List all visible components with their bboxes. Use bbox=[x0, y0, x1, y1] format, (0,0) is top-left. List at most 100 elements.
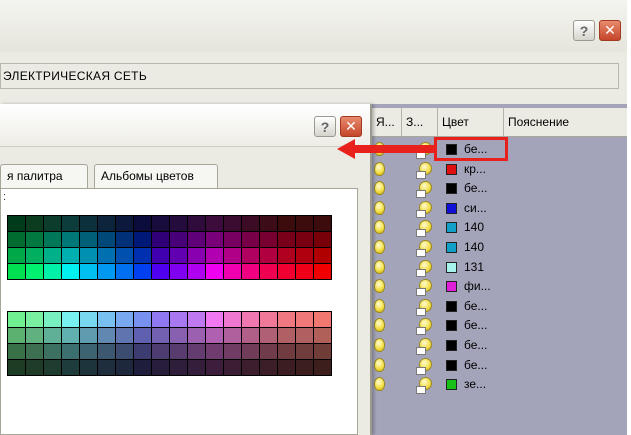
palette-cell[interactable] bbox=[98, 312, 115, 327]
palette-cell[interactable] bbox=[278, 216, 295, 231]
freeze-sun-icon[interactable] bbox=[416, 180, 432, 199]
palette-cell[interactable] bbox=[314, 232, 331, 247]
palette-cell[interactable] bbox=[296, 232, 313, 247]
column-header-plot[interactable]: Я... bbox=[372, 108, 402, 136]
palette-cell[interactable] bbox=[224, 360, 241, 375]
palette-cell[interactable] bbox=[134, 328, 151, 343]
layer-row[interactable]: бе... bbox=[372, 179, 627, 199]
palette-cell[interactable] bbox=[314, 216, 331, 231]
lightbulb-icon[interactable] bbox=[374, 377, 385, 392]
palette-cell[interactable] bbox=[314, 264, 331, 279]
palette-cell[interactable] bbox=[8, 312, 25, 327]
palette-cell[interactable] bbox=[62, 360, 79, 375]
palette-cell[interactable] bbox=[152, 312, 169, 327]
color-name[interactable]: зе... bbox=[464, 377, 486, 391]
palette-cell[interactable] bbox=[224, 264, 241, 279]
palette-cell[interactable] bbox=[8, 264, 25, 279]
palette-cell[interactable] bbox=[8, 360, 25, 375]
color-swatch[interactable] bbox=[446, 340, 457, 351]
color-swatch[interactable] bbox=[446, 359, 457, 371]
freeze-sun-icon[interactable] bbox=[416, 357, 432, 375]
palette-cell[interactable] bbox=[224, 344, 241, 359]
palette-cell[interactable] bbox=[206, 344, 223, 359]
tab-color-books[interactable]: Альбомы цветов bbox=[94, 164, 218, 188]
palette-cell[interactable] bbox=[278, 264, 295, 279]
palette-cell[interactable] bbox=[26, 360, 43, 375]
palette-cell[interactable] bbox=[260, 360, 277, 375]
column-header-color[interactable]: Цвет bbox=[438, 108, 504, 136]
color-swatch[interactable] bbox=[446, 222, 457, 234]
palette-cell[interactable] bbox=[62, 216, 79, 231]
palette-cell[interactable] bbox=[170, 360, 187, 375]
palette-cell[interactable] bbox=[206, 312, 223, 327]
palette-cell[interactable] bbox=[80, 360, 97, 375]
palette-cell[interactable] bbox=[260, 264, 277, 279]
palette-cell[interactable] bbox=[116, 344, 133, 359]
palette-cell[interactable] bbox=[188, 216, 205, 231]
lightbulb-icon[interactable] bbox=[374, 200, 385, 215]
palette-cell[interactable] bbox=[62, 232, 79, 247]
palette-cell[interactable] bbox=[98, 216, 115, 231]
palette-cell[interactable] bbox=[80, 312, 97, 327]
palette-cell[interactable] bbox=[278, 232, 295, 247]
lightbulb-icon[interactable] bbox=[374, 220, 385, 235]
palette-cell[interactable] bbox=[134, 248, 151, 263]
freeze-sun-icon[interactable] bbox=[416, 200, 432, 218]
color-name[interactable]: фи... bbox=[464, 279, 491, 293]
palette-cell[interactable] bbox=[116, 264, 133, 279]
palette-cell[interactable] bbox=[134, 312, 151, 327]
palette-cell[interactable] bbox=[314, 248, 331, 263]
palette-cell[interactable] bbox=[206, 248, 223, 263]
color-swatch[interactable] bbox=[446, 183, 457, 195]
palette-cell[interactable] bbox=[224, 312, 241, 327]
palette-cell[interactable] bbox=[26, 264, 43, 279]
palette-cell[interactable] bbox=[242, 312, 259, 327]
freeze-sun-icon[interactable] bbox=[416, 376, 432, 395]
palette-cell[interactable] bbox=[8, 344, 25, 359]
lightbulb-icon[interactable] bbox=[374, 279, 385, 294]
palette-cell[interactable] bbox=[152, 216, 169, 231]
freeze-sun-icon[interactable] bbox=[416, 219, 432, 238]
palette-cell[interactable] bbox=[314, 360, 331, 375]
color-help-button[interactable]: ? bbox=[314, 116, 336, 137]
palette-cell[interactable] bbox=[8, 248, 25, 263]
palette-cell[interactable] bbox=[242, 248, 259, 263]
palette-cell[interactable] bbox=[170, 328, 187, 343]
palette-cell[interactable] bbox=[206, 328, 223, 343]
color-swatch[interactable] bbox=[446, 379, 457, 391]
palette-cell[interactable] bbox=[296, 264, 313, 279]
palette-cell[interactable] bbox=[278, 248, 295, 263]
palette-cell[interactable] bbox=[278, 312, 295, 327]
palette-cell[interactable] bbox=[314, 344, 331, 359]
palette-cell[interactable] bbox=[8, 216, 25, 231]
palette-cell[interactable] bbox=[260, 248, 277, 263]
palette-cell[interactable] bbox=[242, 232, 259, 247]
palette-cell[interactable] bbox=[296, 248, 313, 263]
palette-cell[interactable] bbox=[62, 328, 79, 343]
layer-row[interactable]: кр... bbox=[372, 160, 627, 180]
column-header-description[interactable]: Пояснение bbox=[504, 108, 627, 136]
palette-cell[interactable] bbox=[116, 328, 133, 343]
palette-cell[interactable] bbox=[116, 248, 133, 263]
color-swatch[interactable] bbox=[446, 163, 457, 175]
palette-cell[interactable] bbox=[116, 216, 133, 231]
layer-row[interactable]: зе... bbox=[372, 375, 627, 395]
palette-cell[interactable] bbox=[116, 232, 133, 247]
palette-cell[interactable] bbox=[26, 216, 43, 231]
outer-help-button[interactable]: ? bbox=[573, 20, 595, 41]
palette-cell[interactable] bbox=[8, 232, 25, 247]
lightbulb-icon[interactable] bbox=[374, 318, 385, 333]
palette-cell[interactable] bbox=[170, 232, 187, 247]
palette-cell[interactable] bbox=[224, 232, 241, 247]
palette-cell[interactable] bbox=[62, 264, 79, 279]
color-name[interactable]: 131 bbox=[464, 260, 484, 274]
color-name[interactable]: си... bbox=[464, 201, 487, 215]
lightbulb-icon[interactable] bbox=[374, 161, 385, 176]
palette-cell[interactable] bbox=[80, 232, 97, 247]
palette-cell[interactable] bbox=[188, 264, 205, 279]
palette-cell[interactable] bbox=[44, 248, 61, 263]
palette-cell[interactable] bbox=[170, 312, 187, 327]
palette-cell[interactable] bbox=[44, 264, 61, 279]
palette-cell[interactable] bbox=[80, 264, 97, 279]
color-name[interactable]: бе... bbox=[464, 358, 487, 372]
